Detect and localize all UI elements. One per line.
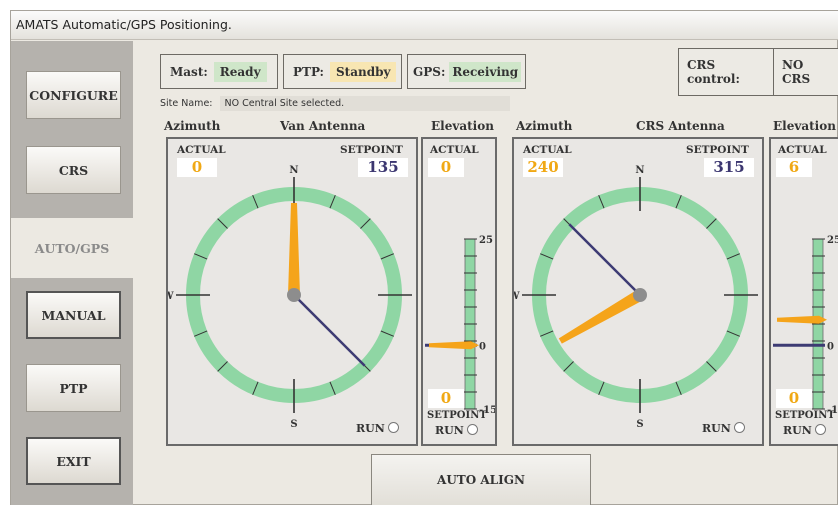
exit-button[interactable]: EXIT bbox=[26, 437, 121, 485]
van-azimuth-heading: Azimuth bbox=[164, 119, 221, 133]
crs-azimuth-heading: Azimuth bbox=[516, 119, 573, 133]
van-el-setpoint-label: SETPOINT bbox=[427, 410, 487, 421]
main-panel: Mast: Ready PTP: Standby GPS: Receiving … bbox=[133, 41, 838, 505]
crs-az-run-indicator[interactable] bbox=[733, 422, 745, 433]
van-el-actual-pointer bbox=[429, 341, 479, 350]
crs-az-south-label: S bbox=[636, 419, 643, 430]
crs-el-run-label: RUN bbox=[783, 424, 812, 437]
crs-el-setpoint-value: 0 bbox=[776, 389, 812, 408]
van-el-scale-mid: 0 bbox=[479, 341, 486, 352]
gps-value: Receiving bbox=[449, 61, 522, 82]
van-el-run-label: RUN bbox=[435, 424, 464, 437]
van-elevation-heading: Elevation bbox=[431, 119, 494, 133]
configure-button[interactable]: CONFIGURE bbox=[26, 71, 121, 119]
van-elevation-panel: ACTUAL 0 25 0 -15 0 SETPOINT RUN bbox=[421, 137, 497, 446]
crs-control-value: NO CRS bbox=[772, 47, 838, 96]
site-name-value: NO Central Site selected. bbox=[219, 96, 510, 111]
van-el-scale-max: 25 bbox=[479, 235, 493, 246]
auto-align-button[interactable]: AUTO ALIGN bbox=[371, 454, 591, 505]
crs-antenna-title: CRS Antenna bbox=[636, 119, 725, 133]
window-titlebar: AMATS Automatic/GPS Positioning. bbox=[11, 11, 838, 40]
mast-value: Ready bbox=[213, 61, 267, 82]
crs-azimuth-panel: ACTUAL 240 SETPOINT 315 NESW RUN bbox=[512, 137, 764, 446]
crs-az-setpoint-needle bbox=[568, 223, 641, 296]
van-el-run-indicator[interactable] bbox=[466, 424, 478, 435]
mast-label: Mast: bbox=[170, 64, 208, 79]
van-az-run[interactable]: RUN bbox=[356, 422, 399, 435]
ptp-label: PTP: bbox=[293, 64, 324, 79]
van-antenna-title: Van Antenna bbox=[280, 119, 366, 133]
manual-button[interactable]: MANUAL bbox=[26, 291, 121, 339]
crs-az-run-label: RUN bbox=[702, 422, 731, 435]
mast-status: Mast: Ready bbox=[160, 54, 278, 89]
ptp-button[interactable]: PTP bbox=[26, 364, 121, 412]
crs-az-hub bbox=[633, 288, 647, 302]
van-el-run[interactable]: RUN bbox=[435, 424, 478, 437]
crs-compass-gauge: NESW bbox=[514, 165, 758, 430]
crs-el-scale-mid: 0 bbox=[827, 341, 834, 352]
crs-el-scale-max: 25 bbox=[827, 235, 838, 246]
van-el-setpoint-value: 0 bbox=[428, 389, 464, 408]
auto-gps-button[interactable]: AUTO/GPS bbox=[11, 218, 133, 278]
crs-elevation-heading: Elevation bbox=[773, 119, 836, 133]
van-azimuth-panel: ACTUAL 0 SETPOINT 135 NESW RUN bbox=[166, 137, 418, 446]
site-name-label: Site Name: bbox=[160, 98, 213, 109]
app-window: AMATS Automatic/GPS Positioning. CONFIGU… bbox=[10, 10, 838, 505]
crs-el-run[interactable]: RUN bbox=[783, 424, 826, 437]
crs-elevation-panel: ACTUAL 6 250-15 0 SETPOINT RUN bbox=[769, 137, 838, 446]
van-az-hub bbox=[287, 288, 301, 302]
crs-el-actual-pointer bbox=[777, 315, 827, 324]
crs-control-label: CRS control: bbox=[678, 47, 773, 96]
gps-status: GPS: Receiving bbox=[407, 54, 526, 89]
van-az-west-label: W bbox=[168, 291, 174, 302]
van-az-south-label: S bbox=[290, 419, 297, 430]
crs-az-actual-needle bbox=[558, 289, 643, 344]
sidebar: CONFIGURE CRS AUTO/GPS MANUAL PTP EXIT bbox=[11, 41, 133, 505]
van-az-setpoint-needle bbox=[293, 294, 366, 367]
crs-az-north-label: N bbox=[635, 165, 644, 176]
van-compass-gauge: NESW bbox=[168, 165, 412, 430]
crs-az-west-label: W bbox=[514, 291, 520, 302]
crs-control-status: CRS control: NO CRS bbox=[672, 47, 838, 96]
ptp-value: Standby bbox=[329, 61, 397, 82]
van-az-north-label: N bbox=[289, 165, 298, 176]
site-name-row: Site Name: NO Central Site selected. bbox=[160, 96, 510, 111]
crs-el-setpoint-label: SETPOINT bbox=[775, 410, 835, 421]
ptp-status: PTP: Standby bbox=[283, 54, 402, 89]
crs-az-run[interactable]: RUN bbox=[702, 422, 745, 435]
crs-el-run-indicator[interactable] bbox=[814, 424, 826, 435]
van-az-actual-needle bbox=[288, 203, 300, 295]
van-az-run-indicator[interactable] bbox=[387, 422, 399, 433]
crs-button[interactable]: CRS bbox=[26, 146, 121, 194]
van-az-run-label: RUN bbox=[356, 422, 385, 435]
gps-label: GPS: bbox=[413, 64, 446, 79]
